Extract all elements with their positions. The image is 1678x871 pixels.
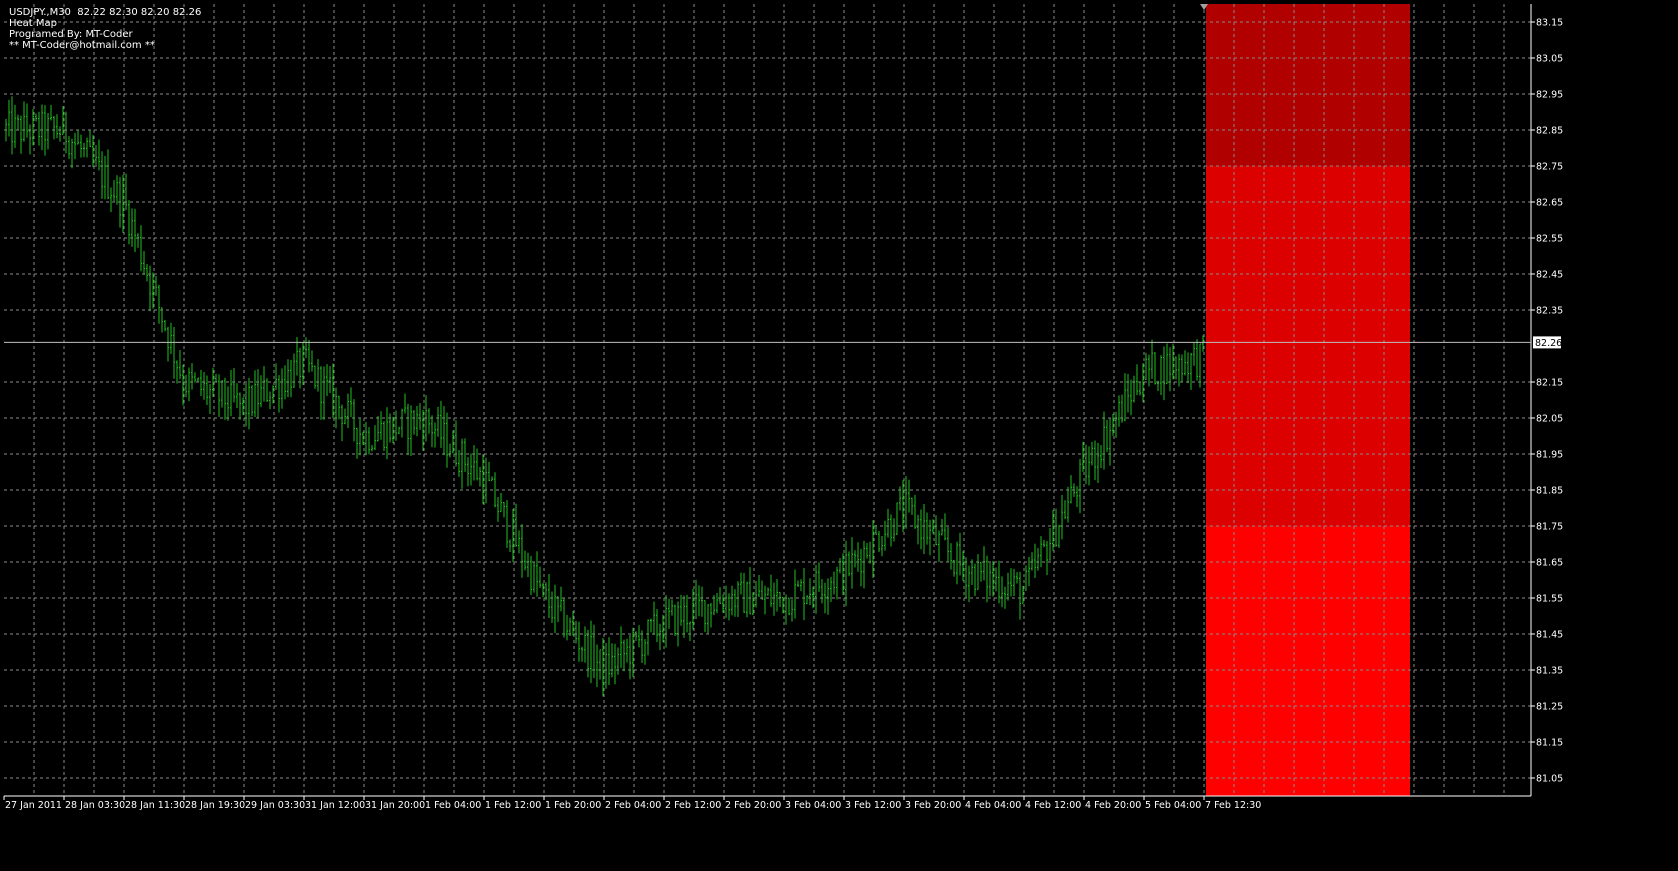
- y-tick-label: 81.05: [1536, 774, 1563, 785]
- y-tick-label: 83.05: [1536, 54, 1563, 65]
- x-tick-label: 28 Jan 03:30: [65, 800, 125, 811]
- y-tick-label: 81.45: [1536, 630, 1563, 641]
- x-tick-label: 1 Feb 20:00: [545, 800, 601, 811]
- y-tick-label: 83.15: [1536, 18, 1563, 29]
- x-tick-label: 4 Feb 04:00: [965, 800, 1021, 811]
- y-tick-label: 82.55: [1536, 234, 1563, 245]
- y-tick-label: 82.45: [1536, 270, 1563, 281]
- chart-area[interactable]: 83.15 83.05 82.95 82.85 82.75 82.65 82.55 82.45…: [0, 0, 1678, 871]
- x-tick-label: 29 Jan 03:30: [245, 800, 305, 811]
- y-tick-label: 81.25: [1536, 702, 1563, 713]
- email-line: ** MT-Coder@hotmail.com **: [9, 40, 155, 51]
- x-tick-label: 2 Feb 12:00: [665, 800, 721, 811]
- x-tick-label: 5 Feb 04:00: [1145, 800, 1201, 811]
- heat-zone-dark: [1206, 4, 1410, 166]
- y-tick-label: 82.85: [1536, 126, 1563, 137]
- y-tick-label: 81.15: [1536, 738, 1563, 749]
- x-tick-label: 4 Feb 20:00: [1085, 800, 1141, 811]
- y-tick-label: 81.75: [1536, 522, 1563, 533]
- y-tick-label: 81.55: [1536, 594, 1563, 605]
- y-tick-label: 82.15: [1536, 378, 1563, 389]
- y-tick-label: 82.35: [1536, 306, 1563, 317]
- x-tick-label: 31 Jan 20:00: [365, 800, 425, 811]
- x-tick-label: 1 Feb 12:00: [485, 800, 541, 811]
- current-price-label: 82.26: [1535, 338, 1562, 349]
- x-tick-label: 7 Feb 12:30: [1205, 800, 1261, 811]
- y-tick-label: 82.65: [1536, 198, 1563, 209]
- y-tick-label: 81.95: [1536, 450, 1563, 461]
- x-tick-label: 4 Feb 12:00: [1025, 800, 1081, 811]
- x-tick-label: 1 Feb 04:00: [425, 800, 481, 811]
- x-tick-label: 3 Feb 20:00: [905, 800, 961, 811]
- x-tick-label: 3 Feb 04:00: [785, 800, 841, 811]
- heat-zone-bright: [1206, 526, 1410, 796]
- y-tick-label: 81.85: [1536, 486, 1563, 497]
- y-tick-label: 81.65: [1536, 558, 1563, 569]
- x-tick-label: 28 Jan 11:30: [125, 800, 185, 811]
- y-tick-label: 81.35: [1536, 666, 1563, 677]
- x-tick-label: 31 Jan 12:00: [305, 800, 365, 811]
- y-tick-label: 82.95: [1536, 90, 1563, 101]
- y-tick-label: 82.75: [1536, 162, 1563, 173]
- x-tick-label: 2 Feb 20:00: [725, 800, 781, 811]
- x-tick-label: 27 Jan 2011: [5, 800, 62, 811]
- x-tick-label: 28 Jan 19:30: [185, 800, 245, 811]
- price-chart[interactable]: 83.15 83.05 82.95 82.85 82.75 82.65 82.55 82.45…: [0, 0, 1678, 871]
- x-tick-label: 3 Feb 12:00: [845, 800, 901, 811]
- x-tick-label: 2 Feb 04:00: [605, 800, 661, 811]
- heat-zone-mid: [1206, 166, 1410, 526]
- y-tick-label: 82.05: [1536, 414, 1563, 425]
